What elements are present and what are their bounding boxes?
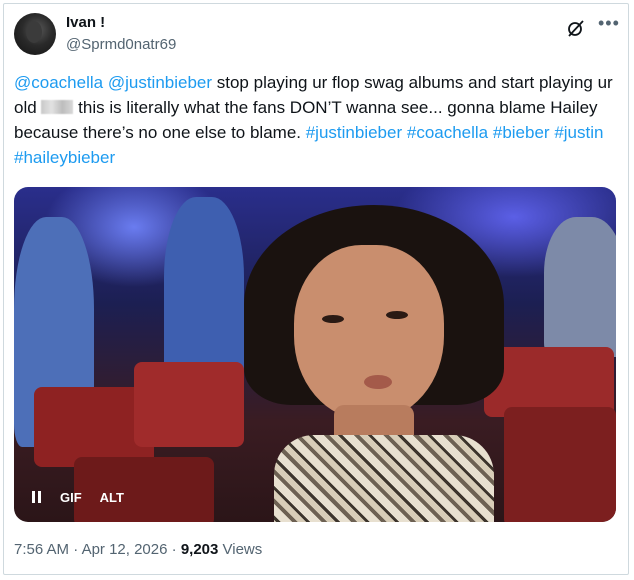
- mention-link[interactable]: @coachella: [14, 73, 103, 92]
- gif-controls: GIF ALT: [32, 486, 124, 508]
- mention-link[interactable]: @justinbieber: [108, 73, 212, 92]
- views-label: Views: [218, 541, 263, 558]
- background-person: [544, 217, 616, 357]
- hashtag-link[interactable]: #coachella: [407, 123, 488, 142]
- hashtag-link[interactable]: #haileybieber: [14, 148, 115, 167]
- separator: ·: [69, 541, 82, 558]
- gif-badge: GIF: [60, 489, 82, 505]
- grok-icon[interactable]: [566, 18, 586, 38]
- tweet-time[interactable]: 7:56 AM: [14, 541, 69, 558]
- alt-button[interactable]: ALT: [100, 490, 124, 505]
- hashtag-link[interactable]: #bieber: [493, 123, 550, 142]
- hashtag-link[interactable]: #justin: [554, 123, 603, 142]
- more-icon[interactable]: •••: [598, 14, 620, 32]
- separator: ·: [167, 541, 181, 558]
- avatar[interactable]: [14, 13, 56, 55]
- censored-word: [41, 100, 74, 114]
- tweet-meta: 7:56 AM · Apr 12, 2026 · 9,203 Views: [14, 541, 262, 558]
- gif-media[interactable]: GIF ALT: [14, 187, 616, 522]
- tweet-text: @coachella @justinbieber stop playing ur…: [14, 70, 622, 170]
- hashtag-link[interactable]: #justinbieber: [306, 123, 402, 142]
- tweet-date[interactable]: Apr 12, 2026: [82, 541, 168, 558]
- person-figure: [244, 205, 524, 522]
- seat: [134, 362, 244, 447]
- pause-icon[interactable]: [32, 491, 42, 503]
- author-handle[interactable]: @Sprmd0natr69: [66, 36, 176, 53]
- author-name[interactable]: Ivan !: [66, 14, 105, 31]
- views-count: 9,203: [180, 541, 219, 558]
